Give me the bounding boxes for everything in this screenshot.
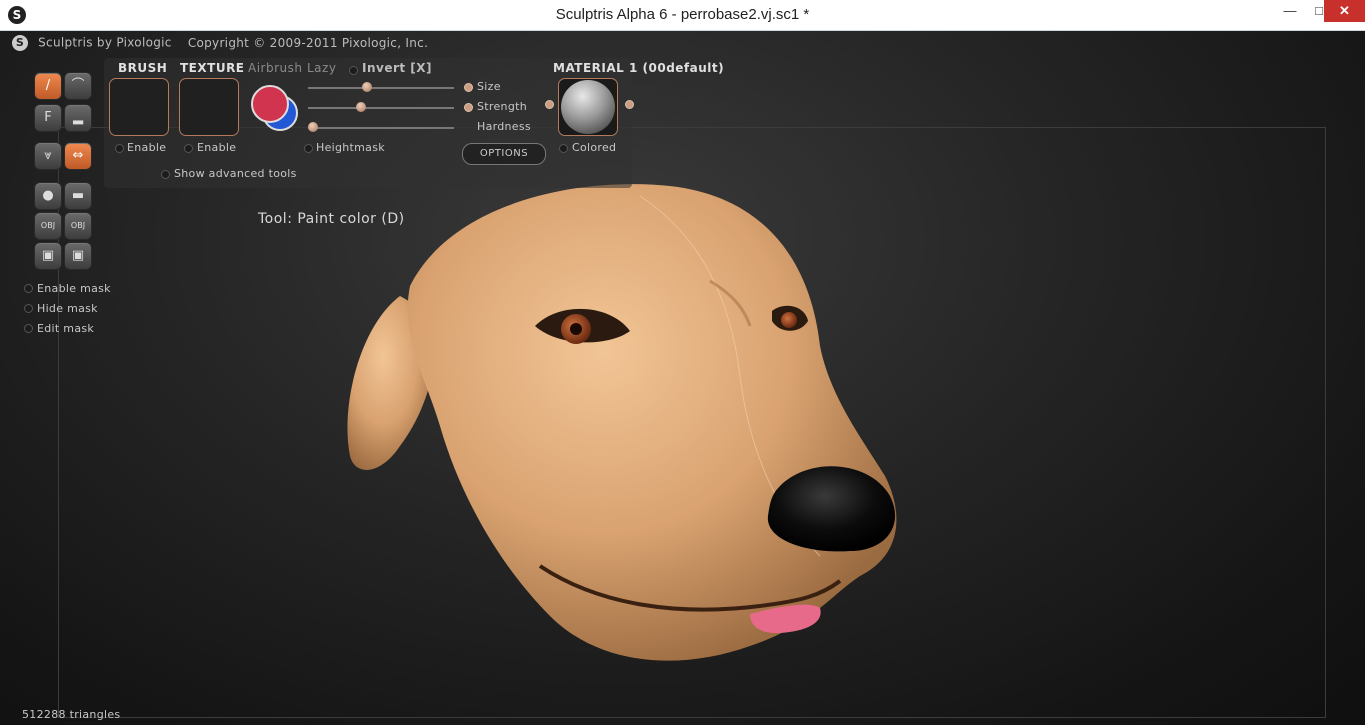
lazy-label[interactable]: Lazy [307, 61, 336, 75]
arrows-icon[interactable]: ⇔ [64, 142, 92, 170]
symmetry-icon[interactable]: ⩔ [34, 142, 62, 170]
material-next-dot[interactable] [625, 100, 634, 109]
brush-enable-toggle[interactable] [115, 144, 124, 153]
strength-slider-track[interactable] [308, 107, 454, 109]
tools-panel: / ⌒ F ▂ ⩔ ⇔ ● ▬ OBJ OBJ ▣ ▣ [28, 66, 104, 278]
brush-alpha-slot[interactable] [109, 78, 169, 136]
colored-label[interactable]: Colored [572, 141, 616, 154]
texture-enable-toggle[interactable] [184, 144, 193, 153]
left-pupil [570, 323, 582, 335]
enable-mask-toggle[interactable] [24, 284, 33, 293]
save-icon[interactable]: ▣ [34, 242, 62, 270]
texture-enable-label[interactable]: Enable [197, 141, 236, 154]
smooth-icon[interactable]: ▂ [64, 104, 92, 132]
export-obj-icon[interactable]: OBJ [64, 212, 92, 240]
strength-pressure-toggle[interactable] [464, 103, 473, 112]
app-name: Sculptris by Pixologic [38, 35, 172, 50]
copyright-text: Copyright © 2009-2011 Pixologic, Inc. [187, 35, 429, 50]
sphere-icon[interactable]: ● [34, 182, 62, 210]
f-icon[interactable]: F [34, 104, 62, 132]
app-header: S Sculptris by Pixologic Copyright © 200… [12, 35, 428, 51]
minimize-button[interactable]: — [1276, 0, 1304, 22]
show-advanced-label[interactable]: Show advanced tools [174, 167, 297, 180]
edit-mask-label[interactable]: Edit mask [37, 322, 94, 335]
triangle-count: 512288 triangles [22, 708, 121, 721]
size-label: Size [477, 80, 501, 93]
plane-icon[interactable]: ▬ [64, 182, 92, 210]
size-pressure-toggle[interactable] [464, 83, 473, 92]
close-button[interactable]: ✕ [1324, 0, 1365, 22]
airbrush-label[interactable]: Airbrush [248, 61, 303, 75]
enable-mask-label[interactable]: Enable mask [37, 282, 111, 295]
strength-slider-knob[interactable] [355, 102, 366, 112]
texture-heading: TEXTURE [180, 61, 245, 75]
heightmask-label[interactable]: Heightmask [316, 141, 385, 154]
brush-icon[interactable]: / [34, 72, 62, 100]
texture-slot[interactable] [179, 78, 239, 136]
material-preview[interactable] [558, 78, 618, 136]
heightmask-toggle[interactable] [304, 144, 313, 153]
hardness-slider-track[interactable] [308, 127, 454, 129]
material-sphere-icon [561, 80, 615, 134]
hardness-label: Hardness [477, 120, 531, 133]
invert-toggle[interactable] [349, 66, 358, 75]
pixologic-logo-icon: S [12, 35, 28, 51]
import-obj-icon[interactable]: OBJ [34, 212, 62, 240]
strength-label: Strength [477, 100, 527, 113]
material-prev-dot[interactable] [545, 100, 554, 109]
window-title: Sculptris Alpha 6 - perrobase2.vj.sc1 * [555, 6, 810, 23]
current-tool-label: Tool: Paint color (D) [258, 211, 405, 227]
hide-mask-label[interactable]: Hide mask [37, 302, 98, 315]
brush-heading: BRUSH [118, 61, 168, 75]
right-eye [781, 312, 797, 328]
hide-mask-toggle[interactable] [24, 304, 33, 313]
primary-color-swatch[interactable] [251, 85, 289, 123]
size-slider-track[interactable] [308, 87, 454, 89]
dog-head-model[interactable] [340, 176, 910, 676]
edit-mask-toggle[interactable] [24, 324, 33, 333]
invert-label[interactable]: Invert [X] [362, 61, 432, 75]
window-titlebar: S Sculptris Alpha 6 - perrobase2.vj.sc1 … [0, 0, 1365, 31]
show-advanced-toggle[interactable] [161, 170, 170, 179]
bump-icon[interactable]: ⌒ [64, 72, 92, 100]
material-heading: MATERIAL 1 (00default) [553, 61, 725, 75]
hardness-slider-knob[interactable] [308, 122, 318, 132]
options-button[interactable]: OPTIONS [462, 143, 546, 165]
save-as-icon[interactable]: ▣ [64, 242, 92, 270]
colored-toggle[interactable] [559, 144, 568, 153]
brush-enable-label[interactable]: Enable [127, 141, 166, 154]
